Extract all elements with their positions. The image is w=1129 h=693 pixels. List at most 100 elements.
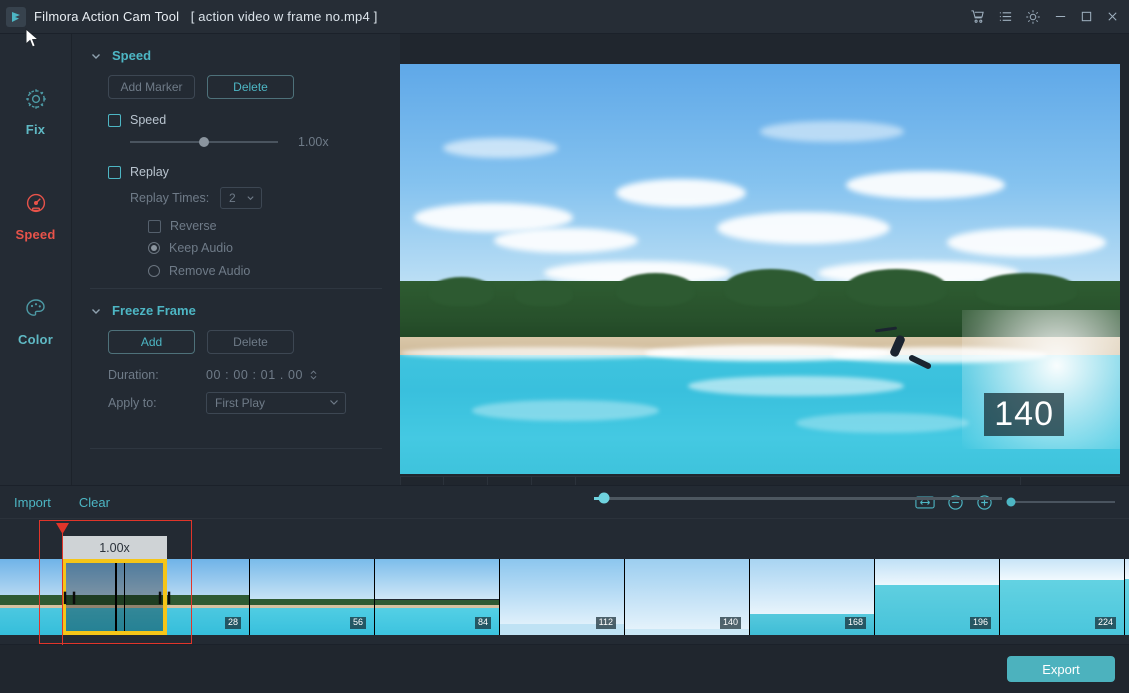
reverse-checkbox-row[interactable]: Reverse	[148, 219, 382, 233]
chevron-down-icon	[329, 396, 339, 410]
reverse-checkbox-label: Reverse	[170, 219, 217, 233]
video-preview[interactable]: 140	[400, 64, 1120, 474]
speed-section-header[interactable]: Speed	[90, 48, 382, 63]
thumb-frame-number: 56	[349, 617, 366, 629]
replay-checkbox[interactable]	[108, 165, 121, 179]
import-button[interactable]: Import	[14, 495, 51, 510]
clip-speed-label: 1.00x	[62, 536, 167, 560]
timeline-thumbnail[interactable]: 112	[500, 559, 625, 635]
frame-number-overlay: 140	[984, 393, 1064, 436]
maximize-icon[interactable]	[1073, 2, 1099, 32]
replay-times-row: Replay Times: 2	[130, 187, 382, 209]
file-name-text: [ action video w frame no.mp4 ]	[190, 9, 378, 24]
replay-checkbox-label: Replay	[130, 165, 169, 179]
freeze-frame-section-header[interactable]: Freeze Frame	[90, 303, 382, 318]
thumb-sea	[625, 628, 749, 635]
keep-audio-radio[interactable]	[148, 242, 160, 254]
timeline-playhead[interactable]	[56, 523, 69, 645]
timeline-thumbnail[interactable]: 224	[1000, 559, 1125, 635]
timeline-thumbnail[interactable]: 168	[750, 559, 875, 635]
thumb-sky	[500, 559, 624, 625]
list-icon[interactable]	[991, 2, 1019, 32]
tree	[616, 273, 696, 306]
replay-times-select[interactable]: 2	[220, 187, 262, 209]
palette-icon	[22, 292, 50, 326]
timeline-zoom-handle[interactable]	[1006, 497, 1016, 507]
chevron-down-icon	[90, 305, 102, 317]
foam	[688, 375, 904, 397]
keep-audio-row[interactable]: Keep Audio	[148, 241, 382, 255]
freeze-delete-button[interactable]: Delete	[207, 330, 294, 354]
minimize-icon[interactable]	[1047, 2, 1073, 32]
timeline-zoom-slider[interactable]	[1006, 497, 1115, 507]
cloud	[846, 170, 1005, 200]
sidebar-item-color[interactable]: Color	[0, 292, 72, 347]
cart-icon[interactable]	[963, 2, 991, 32]
thumb-frame-number: 112	[595, 617, 616, 629]
delete-marker-button[interactable]: Delete	[207, 75, 294, 99]
freeze-add-button[interactable]: Add	[108, 330, 195, 354]
tree	[846, 269, 948, 306]
freeze-frame-title: Freeze Frame	[112, 303, 196, 318]
freeze-apply-to-select[interactable]: First Play	[206, 392, 346, 414]
timeline-thumbnail[interactable]: 196	[875, 559, 1000, 635]
title-bar: Filmora Action Cam Tool [ action video w…	[0, 0, 1129, 34]
gear-icon	[22, 82, 50, 116]
preview-area: 140	[400, 34, 1129, 519]
tree	[515, 281, 573, 306]
filmora-action-cam-window: Filmora Action Cam Tool [ action video w…	[0, 0, 1129, 693]
timeline-thumbnail[interactable]: 84	[375, 559, 500, 635]
close-icon[interactable]	[1099, 2, 1125, 32]
speed-checkbox[interactable]	[108, 113, 121, 127]
main-area: Fix Speed Color Speed Add Marker Delete …	[0, 34, 1129, 519]
speed-slider[interactable]	[130, 137, 278, 147]
tree	[428, 277, 494, 306]
remove-audio-row[interactable]: Remove Audio	[148, 264, 382, 278]
cloud	[616, 178, 746, 208]
app-logo-icon	[6, 6, 26, 27]
thumb-frame-number: 84	[474, 617, 491, 629]
remove-audio-label: Remove Audio	[169, 264, 251, 278]
timeline-panel: Import Clear 28 56 84 112 140 168 196 22…	[0, 485, 1129, 645]
clip-frame-divider	[114, 563, 117, 631]
sidebar-item-speed[interactable]: Speed	[0, 187, 72, 242]
scrubber-area	[576, 492, 1020, 504]
timeline-body[interactable]: 28 56 84 112 140 168 196 224 1.00x ❙❙ ❙❙	[0, 518, 1129, 645]
footer-bar: Export	[0, 644, 1129, 693]
scrubber-handle[interactable]	[598, 492, 610, 504]
sidebar-label-speed: Speed	[15, 227, 56, 242]
spinner-icon[interactable]	[309, 369, 318, 381]
foam	[796, 412, 969, 433]
cloud	[716, 211, 890, 245]
replay-checkbox-row[interactable]: Replay	[108, 165, 382, 179]
keep-audio-label: Keep Audio	[169, 241, 233, 255]
playhead-marker-icon[interactable]	[56, 523, 69, 534]
cloud	[947, 228, 1106, 257]
freeze-duration-value: 00 : 00 : 01 . 00	[206, 368, 304, 382]
sidebar-label-fix: Fix	[25, 122, 46, 137]
thumb-sea	[1125, 578, 1129, 635]
replay-times-value: 2	[229, 191, 236, 205]
timeline-thumbnail[interactable]	[1125, 559, 1129, 635]
freeze-apply-to-value: First Play	[215, 396, 266, 410]
thumb-frame-number: 224	[1094, 617, 1116, 629]
freeze-apply-to-row: Apply to: First Play	[108, 392, 382, 414]
clear-button[interactable]: Clear	[79, 495, 110, 510]
add-marker-button[interactable]: Add Marker	[108, 75, 195, 99]
sidebar-item-fix[interactable]: Fix	[0, 82, 72, 137]
speed-section-title: Speed	[112, 48, 152, 63]
speed-checkbox-row[interactable]: Speed	[108, 113, 382, 127]
panel-divider	[90, 288, 382, 289]
remove-audio-radio[interactable]	[148, 265, 160, 277]
speed-slider-handle[interactable]	[199, 137, 209, 147]
reverse-checkbox[interactable]	[148, 219, 161, 233]
trim-handle-right[interactable]: ❙❙	[155, 590, 174, 604]
speedometer-icon	[22, 187, 50, 221]
export-button[interactable]: Export	[1007, 656, 1115, 682]
panel-bottom-divider	[90, 448, 382, 449]
freeze-duration-field[interactable]: 00 : 00 : 01 . 00	[206, 368, 318, 382]
timeline-thumbnail[interactable]: 140	[625, 559, 750, 635]
brightness-icon[interactable]	[1019, 2, 1047, 32]
timeline-thumbnail[interactable]: 56	[250, 559, 375, 635]
playback-scrubber[interactable]	[594, 492, 1002, 504]
